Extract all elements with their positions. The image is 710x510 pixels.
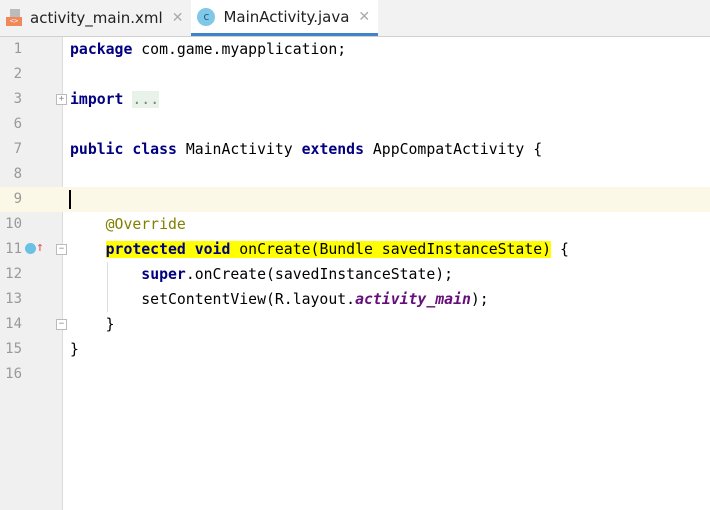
code-text: { [551,241,569,258]
code-line: 7 public class MainActivity extends AppCo… [0,137,710,162]
code-line: 12 super.onCreate(savedInstanceState); [0,262,710,312]
line-number: 8 [13,166,22,182]
code-line: 16 [0,362,710,387]
line-number: 14 [5,316,22,332]
code-line: 15} [0,337,710,362]
line-number: 1 [13,41,22,57]
override-method-icon[interactable] [25,243,36,254]
code-text: AppCompatActivity { [363,141,543,158]
close-icon[interactable]: ✕ [172,10,184,26]
line-number: 10 [5,216,22,232]
tab-mainactivity-java[interactable]: c MainActivity.java ✕ [191,0,379,36]
line-number: 16 [5,366,22,382]
line-number: 3 [13,91,22,107]
tab-label: activity_main.xml [30,9,163,27]
line-number: 2 [13,66,22,82]
code-line: 10 @Override [0,212,710,237]
keyword: super [141,266,186,283]
tab-activity-main-xml[interactable]: <> activity_main.xml ✕ [0,0,191,36]
fold-end-icon[interactable]: − [56,319,67,330]
code-line: 14 − } [0,312,710,337]
line-number: 6 [13,116,22,132]
code-text: } [70,316,115,333]
keyword: protected void [105,241,231,258]
code-text: .onCreate(savedInstanceState); [185,266,454,283]
code-line: 6 [0,112,710,137]
code-line: 3 + import ... [0,87,710,112]
close-icon[interactable]: ✕ [358,9,370,25]
code-line-current: 9 [0,187,710,212]
code-line: 8 [0,162,710,187]
java-class-icon: c [197,7,216,26]
code-line: 2 [0,62,710,87]
annotation: @Override [105,216,186,233]
folded-imports[interactable]: ... [132,91,160,108]
text-caret [69,190,71,209]
editor-tabs: <> activity_main.xml ✕ c MainActivity.ja… [0,0,710,37]
keyword: package [70,41,133,58]
line-number: 7 [13,141,22,157]
code-text: } [70,341,79,358]
code-text: MainActivity [176,141,302,158]
line-number: 13 [5,291,22,307]
keyword: extends [301,141,364,158]
code-text: com.game.myapplication; [132,41,347,58]
code-line: 13 setContentView(R.layout.activity_main… [0,287,710,312]
tab-label: MainActivity.java [223,7,350,26]
line-number: 11 [5,241,22,257]
code-line: 1 package com.game.myapplication; [0,37,710,62]
keyword: public class [70,141,177,158]
code-line: 11 ↑ − protected void onCreate(Bundle save… [0,237,710,262]
code-text: ); [470,291,489,308]
code-text: onCreate(Bundle savedInstanceState) [230,241,552,258]
go-to-super-arrow-icon[interactable]: ↑ [36,239,44,257]
fold-expand-icon[interactable]: + [56,94,67,105]
xml-file-icon: <> [6,9,22,27]
code-editor[interactable]: 1 package com.game.myapplication; 2 3 + imp… [0,37,710,387]
line-number: 15 [5,341,22,357]
field-reference: activity_main [355,291,471,308]
line-number: 9 [13,191,22,207]
line-number: 12 [5,266,22,282]
keyword: import [70,91,124,108]
code-text: setContentView(R.layout. [70,291,356,308]
fold-collapse-icon[interactable]: − [56,244,67,255]
